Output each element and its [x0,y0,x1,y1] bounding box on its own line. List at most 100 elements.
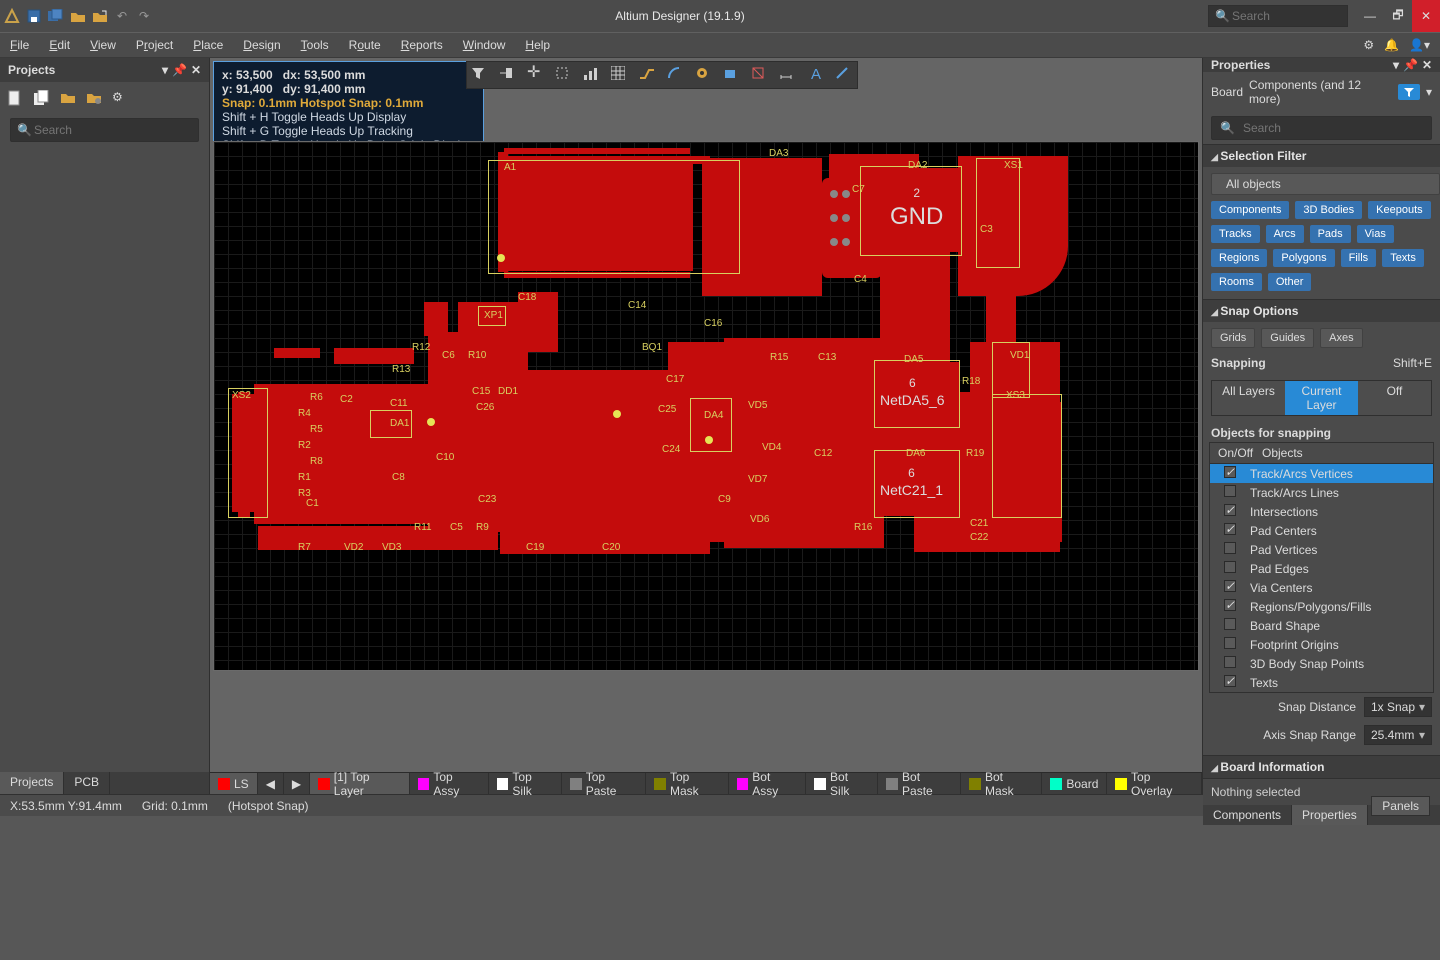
align-icon[interactable] [583,66,601,84]
panels-button[interactable]: Panels [1371,796,1430,816]
projects-search-input[interactable] [32,122,192,138]
snap-mode-off[interactable]: Off [1358,381,1431,415]
account-icon[interactable]: 👤▾ [1409,38,1430,52]
layer-tab-board[interactable]: Board [1042,773,1107,794]
layer-tab-top-assy[interactable]: Top Assy [410,773,489,794]
menu-window[interactable]: Window [453,38,516,52]
layer-set-button[interactable]: LS [210,773,258,794]
snap-mode-current-layer[interactable]: Current Layer [1285,381,1358,415]
filter-chip-polygons[interactable]: Polygons [1273,249,1334,267]
arc-icon[interactable] [667,66,685,84]
save-icon[interactable] [26,8,42,24]
snap-row-texts[interactable]: Texts [1210,673,1433,692]
save-all-icon[interactable] [48,8,64,24]
filter-chip-arcs[interactable]: Arcs [1266,225,1304,243]
panel-menu-icon[interactable]: ▾ [1393,58,1399,72]
snap-row-3d-body-snap-points[interactable]: 3D Body Snap Points [1210,654,1433,673]
snap-row-pad-centers[interactable]: Pad Centers [1210,521,1433,540]
line-icon[interactable] [835,66,853,84]
menu-project[interactable]: Project [126,38,183,52]
selection-rect-icon[interactable] [555,66,573,84]
snap-checkbox[interactable] [1210,580,1250,595]
tab-projects[interactable]: Projects [0,772,64,794]
filter-chip-tracks[interactable]: Tracks [1211,225,1260,243]
menu-edit[interactable]: Edit [39,38,80,52]
filter-chip-vias[interactable]: Vias [1357,225,1394,243]
panel-pin-icon[interactable]: 📌 [172,63,187,77]
properties-search-input[interactable] [1241,120,1423,136]
filter-chip-components[interactable]: Components [1211,201,1289,219]
filter-chip-rooms[interactable]: Rooms [1211,273,1262,291]
snap-row-footprint-origins[interactable]: Footprint Origins [1210,635,1433,654]
text-icon[interactable]: A [807,66,825,84]
doc-icon[interactable] [8,90,24,106]
notifications-icon[interactable]: 🔔 [1384,38,1399,52]
settings-icon[interactable]: ⚙ [1363,38,1374,52]
folder-settings-icon[interactable] [86,90,102,106]
tab-pcb[interactable]: PCB [64,772,110,794]
panel-pin-icon[interactable]: 📌 [1403,58,1418,72]
snap-chip-guides[interactable]: Guides [1261,328,1314,348]
properties-search[interactable]: 🔍 [1211,116,1432,140]
filter-chip-regions[interactable]: Regions [1211,249,1267,267]
layer-tab-bot-paste[interactable]: Bot Paste [878,773,961,794]
filter-chip-fills[interactable]: Fills [1341,249,1377,267]
layer-tab-top-silk[interactable]: Top Silk [489,773,562,794]
open-icon[interactable] [70,8,86,24]
filter-all-objects[interactable]: All objects [1211,173,1440,195]
layer-tab-bot-assy[interactable]: Bot Assy [729,773,807,794]
maximize-button[interactable]: 🗗 [1384,0,1412,32]
tab-properties[interactable]: Properties [1292,805,1368,825]
menu-reports[interactable]: Reports [391,38,453,52]
move-icon[interactable]: ✛ [527,66,545,84]
docs-icon[interactable] [34,90,50,106]
snap-checkbox[interactable] [1210,523,1250,538]
snap-row-via-centers[interactable]: Via Centers [1210,578,1433,597]
snap-row-board-shape[interactable]: Board Shape [1210,616,1433,635]
snap-checkbox[interactable] [1210,637,1250,652]
menu-view[interactable]: View [80,38,126,52]
dimension-icon[interactable] [779,66,797,84]
fill-icon[interactable] [723,66,741,84]
layer-tab-top-paste[interactable]: Top Paste [562,773,646,794]
snap-checkbox[interactable] [1210,561,1250,576]
snap-row-track-arcs-vertices[interactable]: Track/Arcs Vertices [1210,464,1433,483]
menu-help[interactable]: Help [515,38,560,52]
projects-search[interactable]: 🔍 [10,118,199,142]
tab-components[interactable]: Components [1203,805,1292,825]
snap-checkbox[interactable] [1210,504,1250,519]
snap-checkbox[interactable] [1210,485,1250,500]
snap-checkbox[interactable] [1210,599,1250,614]
select-touching-icon[interactable] [499,66,517,84]
snap-checkbox[interactable] [1210,675,1250,690]
panel-menu-icon[interactable]: ▾ [162,63,168,77]
undo-icon[interactable]: ↶ [114,8,130,24]
snap-checkbox[interactable] [1210,618,1250,633]
snap-chip-grids[interactable]: Grids [1211,328,1255,348]
snap-checkbox[interactable] [1210,656,1250,671]
axis-snap-range-value[interactable]: 25.4mm [1364,725,1432,745]
menu-tools[interactable]: Tools [291,38,339,52]
panel-close-icon[interactable]: ✕ [191,63,201,77]
scope-dropdown-icon[interactable]: ▾ [1426,85,1432,99]
grid-icon[interactable] [611,66,629,84]
snap-checkbox[interactable] [1210,466,1250,481]
snap-row-track-arcs-lines[interactable]: Track/Arcs Lines [1210,483,1433,502]
snap-row-pad-edges[interactable]: Pad Edges [1210,559,1433,578]
folder-icon[interactable] [60,90,76,106]
menu-route[interactable]: Route [339,38,391,52]
snap-mode-all-layers[interactable]: All Layers [1212,381,1285,415]
layer-tab-top-mask[interactable]: Top Mask [646,773,728,794]
minimize-button[interactable]: — [1356,0,1384,32]
global-search-input[interactable] [1230,8,1341,24]
route-icon[interactable] [639,66,657,84]
snap-row-intersections[interactable]: Intersections [1210,502,1433,521]
poly-icon[interactable] [751,66,769,84]
board-canvas[interactable]: /* placeholder */ [213,141,1199,671]
open-project-icon[interactable] [92,8,108,24]
redo-icon[interactable]: ↷ [136,8,152,24]
pcb-editor[interactable]: x: 53,500 dx: 53,500 mm y: 91,400 dy: 91… [210,58,1202,794]
panel-close-icon[interactable]: ✕ [1422,58,1432,72]
snap-row-regions-polygons-fills[interactable]: Regions/Polygons/Fills [1210,597,1433,616]
close-button[interactable]: ✕ [1412,0,1440,32]
